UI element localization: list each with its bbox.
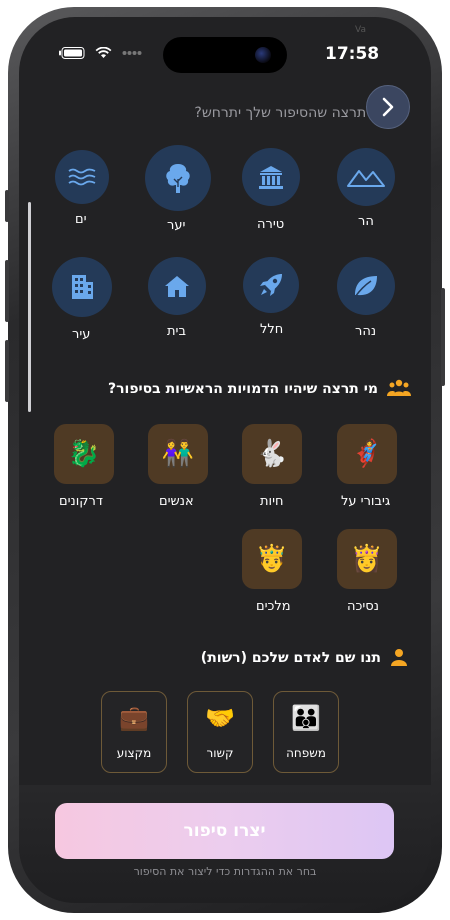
status-time: 17:58 (325, 44, 380, 64)
scrollbar[interactable] (28, 202, 31, 412)
character-option-kings[interactable]: 🤴 (242, 529, 302, 589)
name-label-profession: מקצוע (116, 746, 152, 760)
location-circle (145, 145, 211, 211)
character-label-animals: חיות (260, 494, 284, 509)
character-option-animals[interactable]: 🐇 (242, 424, 302, 484)
name-option-profession[interactable]: 💼 מקצוע (101, 691, 167, 773)
location-label-sea: ים (75, 212, 87, 227)
character-label-kings: מלכים (256, 599, 291, 614)
mountain-icon (347, 170, 385, 187)
people-couple-icon: 👫 (161, 439, 195, 469)
location-option-city[interactable] (52, 257, 112, 317)
location-circle (243, 257, 299, 313)
next-button[interactable] (366, 85, 410, 129)
location-label-river: נהר (355, 324, 377, 339)
house-icon (165, 276, 189, 297)
location-circle (242, 148, 300, 206)
rabbit-icon: 🐇 (255, 439, 289, 469)
location-option-river[interactable] (337, 257, 395, 315)
front-camera (255, 47, 271, 63)
name-option-relation[interactable]: 🤝 קשור (187, 691, 253, 773)
wifi-icon (95, 47, 112, 58)
characters-question: מי תרצה שיהיו הדמויות הראשיות בסיפור? (107, 381, 378, 397)
character-option-superheroes[interactable]: 🦸 (337, 424, 397, 484)
power-button (441, 288, 445, 386)
character-option-people[interactable]: 👫 (148, 424, 208, 484)
castle-icon (259, 166, 283, 189)
character-option-princess[interactable]: 👸 (337, 529, 397, 589)
person-icon (391, 649, 407, 666)
location-circle (55, 150, 109, 204)
name-label-relation: קשור (206, 746, 234, 760)
location-label-castle: טירה (257, 217, 285, 232)
create-story-button[interactable]: יצרו סיפור (55, 803, 394, 859)
location-circle (337, 148, 395, 206)
location-label-forest: יער (167, 218, 186, 233)
location-circle (52, 257, 112, 317)
name-option-family[interactable]: 👪 משפחה (273, 691, 339, 773)
character-label-dragons: דרקונים (59, 494, 103, 509)
leaf-icon (354, 276, 377, 298)
volume-down-button (5, 340, 9, 402)
city-icon (72, 275, 93, 299)
location-label-city: עיר (72, 327, 91, 342)
mute-switch (5, 190, 9, 222)
character-option-dragons[interactable]: 🐉 (54, 424, 114, 484)
chevron-right-icon (382, 97, 394, 117)
app-screen: Va 17:58 איפה תרצה שהסיפור שלך יתרחש? הר (19, 17, 431, 903)
battery-icon (59, 47, 85, 59)
status-bar: Va 17:58 (19, 17, 431, 77)
location-option-mountain[interactable] (337, 148, 395, 206)
location-option-forest[interactable] (145, 145, 211, 211)
location-circle (337, 257, 395, 315)
location-option-sea[interactable] (55, 150, 109, 204)
location-option-castle[interactable] (242, 148, 300, 206)
handshake-icon: 🤝 (205, 704, 235, 732)
cellular-signal-icon (122, 51, 142, 55)
character-label-superheroes: גיבורי על (341, 494, 391, 509)
princess-icon: 👸 (350, 544, 384, 574)
dynamic-island (163, 37, 287, 73)
ghost-label: Va (355, 25, 366, 35)
rocket-icon (260, 274, 282, 296)
people-icon (387, 379, 411, 396)
character-label-people: אנשים (159, 494, 194, 509)
dragon-icon: 🐉 (67, 439, 101, 469)
status-icons (59, 47, 142, 59)
briefcase-icon: 💼 (119, 704, 149, 732)
location-option-space[interactable] (243, 257, 299, 313)
name-label-family: משפחה (286, 746, 326, 760)
tree-icon (166, 164, 190, 193)
family-icon: 👪 (291, 704, 321, 732)
prince-icon: 🤴 (255, 544, 289, 574)
waves-icon (68, 168, 96, 186)
superhero-icon: 🦸 (350, 439, 384, 469)
volume-up-button (5, 260, 9, 322)
location-label-mountain: הר (358, 214, 374, 229)
location-label-home: בית (167, 324, 186, 339)
location-label-space: חלל (260, 322, 284, 337)
character-label-princess: נסיכה (347, 599, 379, 614)
location-option-home[interactable] (148, 257, 206, 315)
name-section-title: תנו שם לאדם שלכם (רשות) (200, 650, 381, 666)
location-circle (148, 257, 206, 315)
hint-text: בחר את ההגדרות כדי ליצור את הסיפור (133, 865, 317, 878)
